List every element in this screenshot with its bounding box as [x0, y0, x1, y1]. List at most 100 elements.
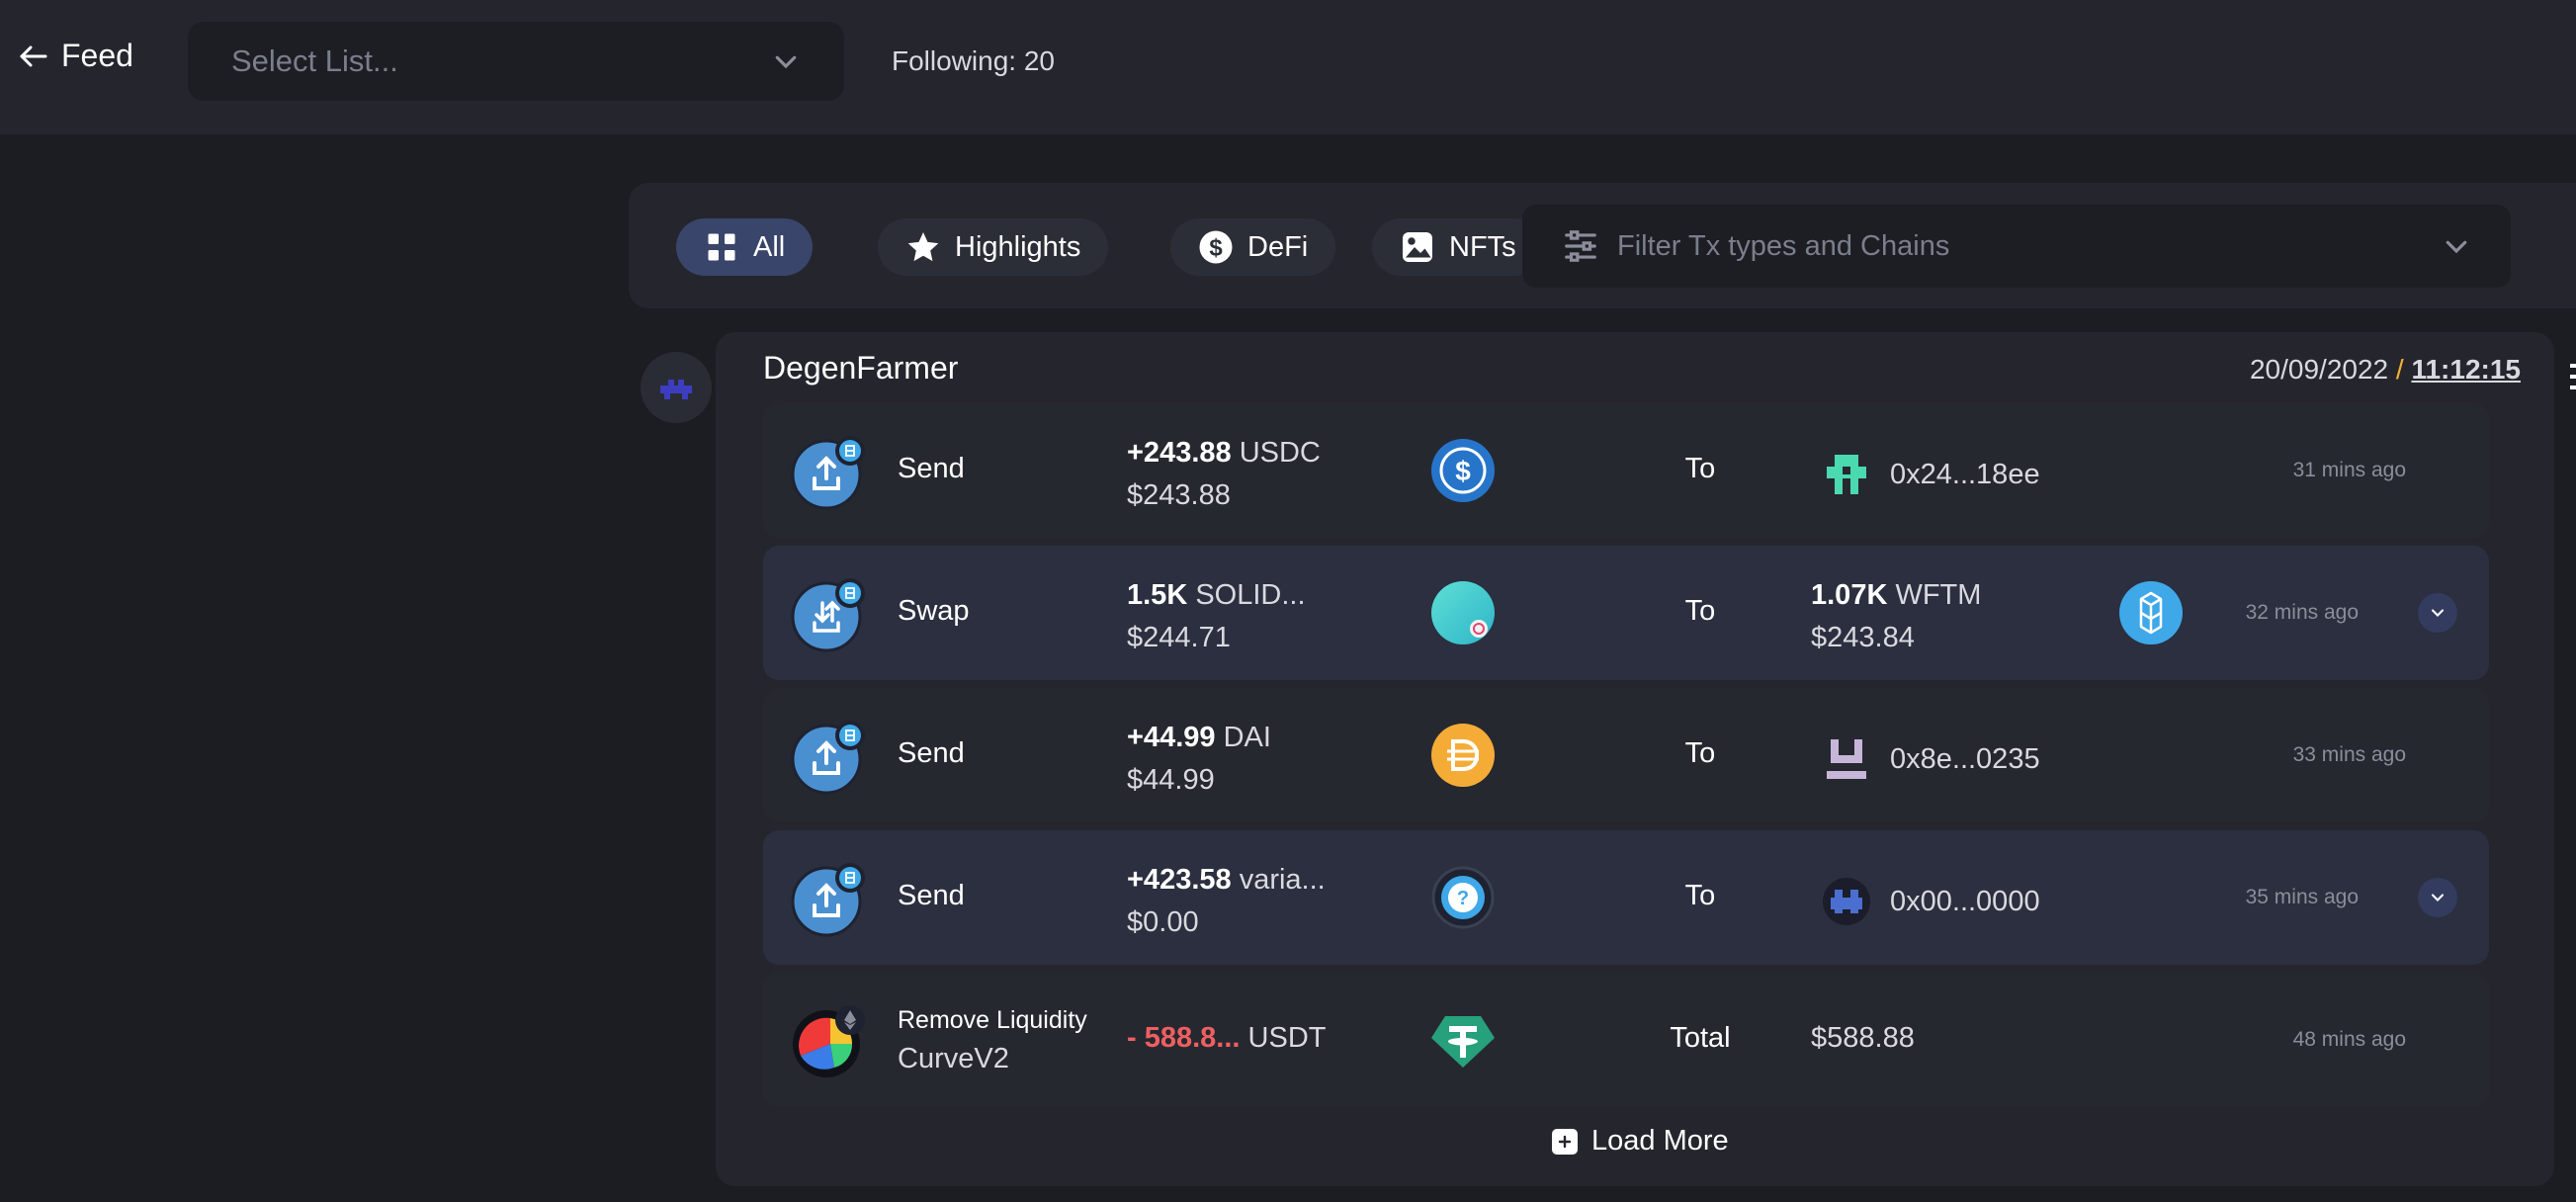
tx-amount: +44.99 DAI $44.99 — [1127, 722, 1271, 797]
tx-protocol: CurveV2 — [898, 1043, 1009, 1074]
plus-icon — [1552, 1128, 1578, 1155]
filter-chip-nfts[interactable]: NFTs — [1372, 218, 1544, 276]
amount-usd: $44.99 — [1127, 764, 1215, 796]
wftm-icon — [2119, 581, 2183, 644]
filter-chip-label: NFTs — [1449, 230, 1516, 263]
feed-timestamp: 20/09/2022 / 11:12:15 — [2250, 354, 2521, 386]
tx-direction: Total — [1670, 1022, 1731, 1054]
amount-value: +423.58 — [1127, 864, 1232, 896]
dollar-icon: $ — [1199, 230, 1233, 264]
solid-token-icon — [1431, 581, 1495, 644]
sliders-icon — [1565, 230, 1596, 262]
tx-direction: To — [1684, 453, 1716, 484]
chevron-down-icon — [2446, 240, 2467, 254]
tx-amount: - 588.8... USDT — [1127, 1022, 1326, 1055]
image-icon — [1403, 232, 1432, 262]
load-more-label: Load More — [1591, 1125, 1729, 1157]
dai-icon — [1431, 724, 1495, 787]
tx-time-ago: 32 mins ago — [2245, 601, 2359, 624]
chevron-down-icon — [2431, 609, 2445, 617]
usdt-icon — [1431, 1016, 1495, 1068]
filter-chip-all[interactable]: All — [676, 218, 814, 276]
tx-time-ago: 33 mins ago — [2292, 743, 2406, 766]
tx-filter-placeholder: Filter Tx types and Chains — [1617, 229, 1950, 262]
tx-destination[interactable]: 0x24...18ee — [1823, 451, 2040, 498]
star-icon — [907, 232, 939, 262]
svg-text:?: ? — [1457, 888, 1469, 909]
amount-token: USDT — [1247, 1022, 1327, 1054]
expand-button[interactable] — [2418, 878, 2457, 917]
amount-token: USDC — [1239, 437, 1321, 469]
tx-type: Send — [898, 737, 965, 769]
tx-time-ago: 35 mins ago — [2245, 886, 2359, 908]
pixel-avatar-icon — [660, 380, 692, 399]
arrow-left-icon — [20, 45, 47, 66]
filter-chip-highlights[interactable]: Highlights — [878, 218, 1109, 276]
tx-type: Remove Liquidity CurveV2 — [898, 1006, 1087, 1075]
amount-usd: $0.00 — [1127, 906, 1199, 938]
svg-text:$: $ — [1209, 234, 1223, 261]
filter-chip-defi[interactable]: $ DeFi — [1170, 218, 1336, 276]
send-icon — [791, 436, 865, 510]
expand-button[interactable] — [2418, 593, 2457, 633]
tx-amount: +423.58 varia... $0.00 — [1127, 864, 1326, 939]
tx-row[interactable]: Swap 1.5K SOLID... $244.71 To 1.07K WFTM… — [763, 546, 2489, 680]
feed-time[interactable]: 11:12:15 — [2411, 354, 2521, 385]
chevron-down-icon — [2431, 894, 2445, 902]
following-count: Following: 20 — [892, 45, 1055, 76]
swap-icon — [791, 578, 865, 652]
dest-usd: $243.84 — [1811, 622, 1915, 653]
tx-amount: 1.5K SOLID... $244.71 — [1127, 579, 1306, 654]
tx-type: Swap — [898, 595, 970, 627]
list-select[interactable]: Select List... — [188, 22, 844, 101]
tx-direction: To — [1684, 595, 1716, 627]
tx-time-ago: 48 mins ago — [2292, 1028, 2406, 1051]
amount-value: - 588.8... — [1127, 1022, 1241, 1054]
unknown-token-icon: ? — [1431, 866, 1495, 929]
pixel-avatar-icon — [1827, 455, 1866, 494]
avatar[interactable] — [641, 352, 712, 423]
amount-usd: $243.88 — [1127, 479, 1231, 511]
filter-chip-label: Highlights — [955, 230, 1081, 263]
dest-value: 1.07K — [1811, 579, 1888, 611]
curve-protocol-icon — [793, 1005, 865, 1077]
tx-destination: 1.07K WFTM $243.84 — [1811, 579, 1981, 654]
amount-value: 1.5K — [1127, 579, 1188, 611]
dest-address: 0x00...0000 — [1890, 885, 2040, 917]
send-icon — [791, 863, 865, 937]
tx-row[interactable]: Send +243.88 USDC $243.88 $ To 0x24...18… — [763, 403, 2489, 538]
dest-address: 0x8e...0235 — [1890, 742, 2040, 775]
tx-row[interactable]: Remove Liquidity CurveV2 - 588.8... USDT… — [763, 973, 2489, 1107]
tx-destination[interactable]: 0x00...0000 — [1823, 878, 2040, 925]
svg-text:$: $ — [1455, 456, 1471, 486]
back-label: Feed — [61, 38, 133, 73]
tx-amount: +243.88 USDC $243.88 — [1127, 437, 1321, 512]
chevron-down-icon — [775, 55, 797, 69]
dest-token: WFTM — [1895, 579, 1982, 611]
more-icon[interactable] — [2570, 362, 2576, 391]
feed-card: DegenFarmer 20/09/2022 / 11:12:15 Send +… — [716, 332, 2554, 1186]
amount-token: DAI — [1223, 722, 1271, 753]
tx-direction: To — [1684, 737, 1716, 769]
date-separator: / — [2395, 354, 2404, 385]
feed-date: 20/09/2022 — [2249, 354, 2389, 385]
dest-address: 0x24...18ee — [1890, 458, 2040, 490]
tx-filter-select[interactable]: Filter Tx types and Chains — [1522, 205, 2511, 288]
load-more-button[interactable]: Load More — [1552, 1125, 1729, 1158]
tx-destination[interactable]: 0x8e...0235 — [1823, 735, 2040, 783]
filter-chip-label: DeFi — [1247, 230, 1309, 263]
tx-row[interactable]: Send +423.58 varia... $0.00 ? To 0x00...… — [763, 830, 2489, 965]
amount-value: +44.99 — [1127, 722, 1216, 753]
tx-time-ago: 31 mins ago — [2292, 459, 2406, 481]
amount-token: SOLID... — [1195, 579, 1306, 611]
send-icon — [791, 721, 865, 795]
back-button[interactable]: Feed — [16, 38, 133, 74]
tx-direction: To — [1684, 880, 1716, 911]
usdc-icon: $ — [1431, 439, 1495, 502]
tx-type-label: Remove Liquidity — [898, 1006, 1087, 1034]
top-bar: Feed Select List... Following: 20 — [0, 0, 2576, 134]
feed-username[interactable]: DegenFarmer — [763, 350, 958, 386]
tx-row[interactable]: Send +44.99 DAI $44.99 To 0x8e...0235 33… — [763, 688, 2489, 822]
amount-usd: $244.71 — [1127, 622, 1231, 653]
amount-token: varia... — [1239, 864, 1326, 896]
